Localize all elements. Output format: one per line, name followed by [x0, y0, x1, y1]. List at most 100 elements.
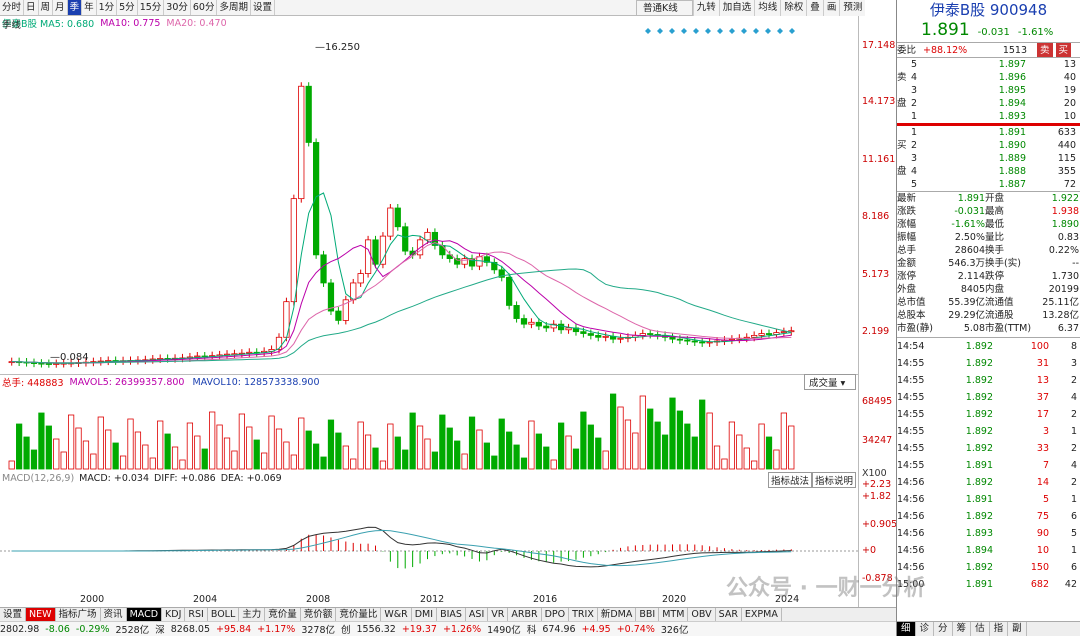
buy-button[interactable]: 买 [1055, 43, 1072, 57]
period-tab[interactable]: 分时 [0, 0, 25, 15]
volume-bar[interactable] [23, 436, 30, 470]
volume-bar[interactable] [661, 434, 669, 470]
volume-bar[interactable] [520, 457, 528, 470]
volume-bar[interactable] [313, 443, 320, 470]
period-tab[interactable]: 60分 [191, 0, 218, 15]
volume-bar[interactable] [416, 425, 424, 470]
volume-bar[interactable] [639, 395, 646, 470]
candle[interactable] [699, 341, 706, 344]
bids-row[interactable]: 1 1.891 633 [897, 126, 1080, 139]
tool-button[interactable]: 除权 [780, 0, 806, 16]
indicator-tab[interactable]: BBI [636, 608, 660, 621]
indicator-tab[interactable]: 新DMA [598, 608, 637, 621]
volume-bar[interactable] [691, 436, 698, 470]
volume-bar[interactable] [580, 411, 587, 470]
indicator-tab[interactable]: 设置 [0, 608, 27, 621]
volume-bar[interactable] [38, 412, 45, 470]
candle[interactable] [364, 239, 372, 274]
volume-bar[interactable] [602, 450, 609, 470]
volume-bar[interactable] [112, 442, 119, 470]
indicator-tab[interactable]: DMI [412, 608, 438, 621]
volume-bar[interactable] [402, 449, 409, 470]
candle[interactable] [765, 333, 773, 335]
volume-bar[interactable] [283, 441, 290, 470]
volume-bar[interactable] [134, 431, 142, 470]
side-tab[interactable]: 筹 [953, 622, 972, 636]
volume-bar[interactable] [194, 435, 201, 470]
volume-bar[interactable] [275, 428, 283, 470]
indicator-tab[interactable]: KDJ [162, 608, 186, 621]
volume-bar[interactable] [446, 427, 453, 470]
volume-bar[interactable] [439, 414, 446, 470]
volume-bar[interactable] [765, 436, 773, 470]
period-tab[interactable]: 年 [82, 0, 97, 15]
candle[interactable] [669, 336, 676, 340]
volume-bar[interactable] [468, 416, 476, 470]
candle[interactable] [402, 226, 409, 252]
volume-chart[interactable] [0, 389, 858, 471]
indicator-tab[interactable]: 竞价额 [301, 608, 337, 621]
candle[interactable] [290, 198, 297, 303]
volume-bar[interactable] [342, 445, 349, 470]
volume-bar[interactable] [513, 444, 520, 470]
volume-bar[interactable] [209, 411, 216, 470]
volume-bar[interactable] [75, 427, 82, 470]
volume-bar[interactable] [119, 455, 127, 470]
volume-bar[interactable] [706, 412, 713, 470]
volume-bar[interactable] [595, 437, 602, 470]
indicator-dropdown[interactable]: 成交量 ▾ [804, 374, 856, 390]
tool-button[interactable]: 叠 [806, 0, 823, 16]
indicator-tab[interactable]: DPO [542, 608, 570, 621]
indicator-tab[interactable]: MTM [659, 608, 689, 621]
volume-bar[interactable] [335, 432, 342, 470]
volume-bar[interactable] [216, 424, 223, 470]
volume-bar[interactable] [53, 438, 60, 470]
volume-bar[interactable] [491, 455, 498, 470]
volume-bar[interactable] [105, 429, 112, 470]
period-tab[interactable]: 1分 [97, 0, 118, 15]
volume-bar[interactable] [550, 459, 557, 470]
indicator-tab[interactable]: RSI [185, 608, 208, 621]
candle[interactable] [520, 318, 528, 325]
indicator-tab[interactable]: MACD [126, 608, 163, 621]
volume-bar[interactable] [587, 424, 594, 470]
tool-button[interactable]: 画 [822, 0, 840, 16]
volume-bar[interactable] [684, 423, 691, 470]
candle[interactable] [372, 239, 379, 265]
tool-button[interactable]: 预测 [839, 0, 865, 16]
asks-row[interactable]: 卖 4 1.896 40 [897, 71, 1080, 84]
volume-bar[interactable] [758, 423, 765, 470]
sell-button[interactable]: 卖 [1037, 43, 1053, 57]
volume-bar[interactable] [223, 437, 231, 470]
candle[interactable] [684, 339, 691, 342]
volume-bar[interactable] [327, 419, 335, 470]
indicator-tab[interactable]: BOLL [208, 608, 240, 621]
indicator-tab[interactable]: VR [488, 608, 509, 621]
candle[interactable] [595, 335, 602, 338]
volume-bar[interactable] [728, 421, 736, 470]
volume-bar[interactable] [454, 440, 461, 470]
candle[interactable] [565, 327, 572, 331]
volume-bar[interactable] [624, 419, 632, 470]
candle[interactable] [528, 321, 535, 325]
candle[interactable] [780, 331, 787, 334]
volume-bar[interactable] [721, 458, 728, 470]
volume-bar[interactable] [669, 397, 676, 470]
candle[interactable] [580, 331, 587, 334]
volume-bar[interactable] [305, 430, 312, 470]
candle[interactable] [357, 273, 364, 284]
tool-button[interactable]: 九转 [692, 0, 719, 16]
volume-bar[interactable] [498, 418, 505, 470]
candle[interactable] [513, 305, 520, 319]
candle[interactable] [535, 321, 542, 327]
volume-bar[interactable] [647, 408, 654, 470]
volume-bar[interactable] [565, 435, 572, 470]
volume-bar[interactable] [261, 452, 268, 470]
period-tab[interactable]: 15分 [138, 0, 165, 15]
volume-bar[interactable] [67, 414, 75, 470]
side-tab[interactable]: 估 [971, 622, 990, 636]
volume-bar[interactable] [379, 460, 387, 470]
indicator-tab[interactable]: NEW [26, 608, 56, 621]
indicator-tab[interactable]: W&R [381, 608, 412, 621]
volume-bar[interactable] [476, 429, 483, 470]
